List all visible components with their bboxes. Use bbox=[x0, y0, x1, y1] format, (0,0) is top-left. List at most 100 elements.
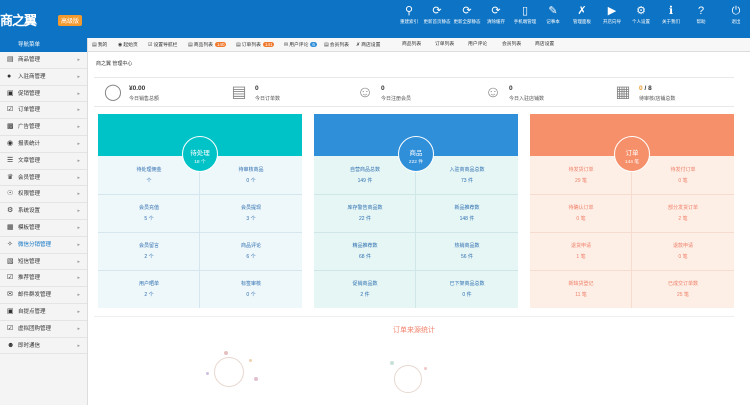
completed-orders-cell[interactable]: 已成交订单数 25 笔 bbox=[632, 270, 734, 308]
member-messages-cell[interactable]: 会员留言 2 个 bbox=[98, 232, 200, 270]
article-icon: ☰ bbox=[7, 156, 14, 164]
list-icon: ▤ bbox=[188, 42, 193, 48]
sidebar-item-goods[interactable]: ▤ 商品管理 ▸ bbox=[0, 52, 87, 69]
promotion-goods-count-cell[interactable]: 促销商品数 2 件 bbox=[314, 270, 416, 308]
sidebar-item-system-settings[interactable]: ⚙ 系统设置 ▸ bbox=[0, 203, 87, 220]
help-icon: ? bbox=[697, 5, 705, 17]
chat-icon: ☻ bbox=[7, 341, 15, 349]
search-icon: ⚲ bbox=[404, 5, 414, 17]
sidebar-item-orders[interactable]: ☑ 订单管理 ▸ bbox=[0, 102, 87, 120]
sidebar-item-templates[interactable]: ▦ 模板管理 ▸ bbox=[0, 220, 87, 237]
out-of-stock-cell[interactable]: 新缺货登记 11 笔 bbox=[530, 270, 632, 308]
sidebar-item-members[interactable]: ♛ 会员管理 ▸ bbox=[0, 170, 87, 187]
list-icon: ▤ bbox=[236, 42, 241, 48]
tab-shop-settings[interactable]: ✗商店设置 bbox=[356, 38, 380, 52]
offline-goods-count-cell[interactable]: 已下架商品总数 0 件 bbox=[416, 270, 518, 308]
refresh-icon: ⟳ bbox=[462, 5, 472, 17]
tab-nav-settings[interactable]: ☑设置导航栏 bbox=[148, 38, 177, 52]
member-recharge-cell[interactable]: 会员充值 5 个 bbox=[98, 194, 200, 232]
sidebar-item-ads[interactable]: ▩ 广告管理 ▸ bbox=[0, 119, 87, 136]
goods-icon: ▤ bbox=[7, 56, 14, 63]
stats-row: ◯ ¥0.00 今日销售总额 ▤ 0 今日订单数 ☺ 0 今日注册会员 ☺ 0 … bbox=[94, 77, 734, 107]
personal-settings-button[interactable]: ⚙ 个人设置 bbox=[627, 4, 655, 26]
pickup-icon: ▣ bbox=[7, 307, 14, 315]
tab-shop-settings-2[interactable]: 商店设置 bbox=[535, 38, 554, 52]
clear-cache-button[interactable]: ⟳ 清除缓存 bbox=[482, 4, 510, 26]
start-icon: ◉ bbox=[118, 42, 123, 48]
low-stock-count-cell[interactable]: 库存警告商品数 22 件 bbox=[314, 194, 416, 232]
sidebar-item-store[interactable]: ● 入驻商管理 ▸ bbox=[0, 69, 87, 86]
tab-goods-list[interactable]: ▤商品列表 140 bbox=[188, 38, 227, 52]
total-shops-count: 8 bbox=[648, 85, 652, 92]
about-us-button[interactable]: ℹ 关于我们 bbox=[657, 4, 685, 26]
chevron-right-icon: ▸ bbox=[77, 191, 80, 198]
update-home-static-button[interactable]: ⟳ 更新首页静态 bbox=[423, 4, 451, 26]
refresh-icon: ⟳ bbox=[491, 5, 501, 17]
tab-start-page[interactable]: ◉起始页 bbox=[118, 38, 138, 52]
info-icon: ℹ bbox=[668, 5, 674, 17]
sidebar-item-reports[interactable]: ◉ 报表统计 ▸ bbox=[0, 136, 87, 153]
orders-summary-circle: 订单 144 笔 bbox=[614, 136, 650, 172]
shop-icon: ▦ bbox=[615, 84, 631, 101]
chevron-right-icon: ▸ bbox=[77, 342, 80, 349]
edit-icon: ✎ bbox=[548, 5, 558, 17]
notepad-button[interactable]: ✎ 记事本 bbox=[539, 4, 567, 26]
settings-icon: ⚙ bbox=[7, 207, 14, 215]
tab-order-list[interactable]: ▤订单列表 141 bbox=[236, 38, 275, 52]
tab-order-list-2[interactable]: 订单列表 bbox=[435, 38, 454, 52]
new-recommend-count-cell[interactable]: 新品推荐数 148 件 bbox=[416, 194, 518, 232]
chevron-right-icon: ▸ bbox=[77, 107, 80, 114]
recommend-icon: ☑ bbox=[7, 274, 14, 282]
setting-icon: ✗ bbox=[356, 42, 361, 48]
update-all-static-button[interactable]: ⟳ 更新全部静态 bbox=[453, 4, 481, 26]
partial-ship-cell[interactable]: 部分发货订单 2 笔 bbox=[632, 194, 734, 232]
store-icon: ● bbox=[7, 72, 12, 80]
shop-wizard-button[interactable]: ▶ 开店向导 bbox=[598, 4, 626, 26]
goods-comments-cell[interactable]: 商品评论 6 个 bbox=[200, 232, 302, 270]
ad-icon: ▩ bbox=[7, 123, 14, 131]
member-withdraw-cell[interactable]: 会员提现 3 个 bbox=[200, 194, 302, 232]
sidebar-item-promotion[interactable]: ▣ 促销管理 ▸ bbox=[0, 86, 87, 103]
sidebar-item-im[interactable]: ☻ 即时通信 ▸ bbox=[0, 338, 87, 355]
mobile-icon: ▯ bbox=[521, 5, 529, 17]
sidebar-item-mail[interactable]: ✉ 邮件群发管理 ▸ bbox=[0, 287, 87, 304]
sidebar-item-sms[interactable]: ▧ 短信管理 ▸ bbox=[0, 254, 87, 271]
mobile-admin-button[interactable]: ▯ 手机端管理 bbox=[511, 4, 539, 26]
user-showcase-cell[interactable]: 用户晒单 2 个 bbox=[98, 270, 200, 308]
tab-member-list[interactable]: ▤会员列表 bbox=[324, 38, 349, 52]
refund-request-cell[interactable]: 退款申请 0 笔 bbox=[632, 232, 734, 270]
sidebar-item-virtual-group[interactable]: ☑ 虚拟团购管理 ▸ bbox=[0, 321, 87, 338]
sidebar-item-recommend[interactable]: ☑ 推荐管理 ▸ bbox=[0, 270, 87, 288]
decorative-dot bbox=[424, 367, 427, 370]
order-source-section: 订单来源统计 bbox=[94, 316, 734, 405]
vip-icon: ♛ bbox=[7, 173, 14, 181]
pending-confirm-cell[interactable]: 待确认订单 0 笔 bbox=[530, 194, 632, 232]
hot-sale-count-cell[interactable]: 热销商品数 56 件 bbox=[416, 232, 518, 270]
sidebar-item-wechat-distribution[interactable]: ✧ 微信分销管理 ▸ bbox=[0, 237, 87, 254]
decorative-circle bbox=[214, 357, 244, 387]
wrench-icon: ✗ bbox=[577, 5, 587, 17]
tab-goods-list-2[interactable]: 商品列表 bbox=[402, 38, 421, 52]
logo[interactable]: 商之翼 bbox=[0, 10, 37, 29]
yen-icon: ◯ bbox=[104, 84, 122, 101]
tab-user-comments[interactable]: ✉用户评论 6 bbox=[284, 38, 317, 52]
help-button[interactable]: ? 帮助 bbox=[687, 4, 715, 26]
tab-bar: ▤我的 ◉起始页 ☑设置导航栏 ▤商品列表 140 ▤订单列表 141 ✉用户评论 6… bbox=[88, 38, 750, 52]
tab-home[interactable]: ▤我的 bbox=[92, 38, 107, 52]
tab-member-list-2[interactable]: 会员列表 bbox=[502, 38, 521, 52]
admin-panel-button[interactable]: ✗ 管理面板 bbox=[568, 4, 596, 26]
tab-user-comments-2[interactable]: 用户评论 bbox=[468, 38, 487, 52]
decorative-dot bbox=[249, 359, 252, 362]
refresh-icon: ⟳ bbox=[432, 5, 442, 17]
logout-button[interactable]: ⏻ 退出 bbox=[722, 4, 750, 26]
tag-review-cell[interactable]: 标签审核 0 个 bbox=[200, 270, 302, 308]
db-icon: ▧ bbox=[7, 257, 14, 265]
sidebar-item-pickup[interactable]: ▣ 自提点管理 ▸ bbox=[0, 304, 87, 321]
users-icon: ☺ bbox=[484, 84, 502, 101]
sidebar-item-permissions[interactable]: ☉ 权限管理 ▸ bbox=[0, 186, 87, 204]
return-request-cell[interactable]: 退货申请 1 笔 bbox=[530, 232, 632, 270]
chevron-right-icon: ▸ bbox=[77, 292, 80, 299]
sidebar-item-articles[interactable]: ☰ 文章管理 ▸ bbox=[0, 153, 87, 170]
rebuild-index-button[interactable]: ⚲ 重建索引 bbox=[395, 4, 423, 26]
best-recommend-count-cell[interactable]: 精品推荐数 68 件 bbox=[314, 232, 416, 270]
